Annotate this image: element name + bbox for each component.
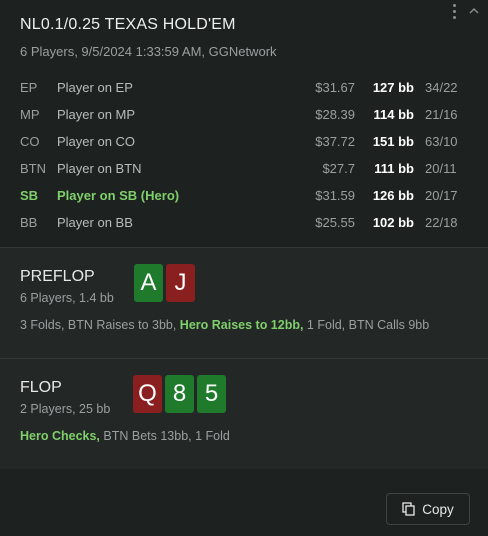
player-position: EP	[20, 80, 38, 95]
card: 5	[197, 375, 226, 413]
player-stack: $37.72	[315, 134, 355, 149]
player-name: Player on MP	[57, 107, 136, 122]
player-stats: 34/22	[425, 80, 458, 95]
action-text: 3 Folds, BTN Raises to 3bb,	[20, 318, 180, 332]
player-row: BB Player on BB $25.55 102 bb 22/18	[0, 209, 488, 236]
street-actions: Hero Checks, BTN Bets 13bb, 1 Fold	[20, 429, 230, 443]
hero-action: Hero Checks,	[20, 429, 100, 443]
player-stats: 20/11	[425, 161, 457, 176]
player-position: MP	[20, 107, 40, 122]
hand-title: NL0.1/0.25 TEXAS HOLD'EM	[20, 16, 236, 33]
hand-header: NL0.1/0.25 TEXAS HOLD'EM 6 Players, 9/5/…	[0, 0, 488, 247]
hole-cards: A J	[134, 264, 195, 302]
player-bb: 127 bb	[372, 80, 414, 95]
player-stats: 22/18	[425, 215, 458, 230]
copy-button[interactable]: Copy	[386, 493, 470, 525]
copy-icon	[402, 502, 415, 516]
street-summary: 6 Players, 1.4 bb	[20, 291, 114, 305]
player-stack: $31.67	[315, 80, 355, 95]
player-position: CO	[20, 134, 40, 149]
player-bb: 111 bb	[374, 161, 414, 176]
street-title: PREFLOP	[20, 268, 95, 285]
player-stack: $31.59	[315, 188, 355, 203]
card: 8	[165, 375, 194, 413]
player-row-hero: SB Player on SB (Hero) $31.59 126 bb 20/…	[0, 182, 488, 209]
player-position: SB	[20, 188, 39, 203]
player-stack: $27.7	[322, 161, 355, 176]
collapse-icon	[469, 8, 479, 14]
board-cards: Q 8 5	[133, 375, 226, 413]
player-name: Player on EP	[57, 80, 133, 95]
more-options-button[interactable]	[445, 2, 463, 20]
street-summary: 2 Players, 25 bb	[20, 402, 111, 416]
player-stack: $28.39	[315, 107, 355, 122]
card: A	[134, 264, 163, 302]
street-title: FLOP	[20, 379, 62, 396]
action-text: 1 Fold, BTN Calls 9bb	[303, 318, 430, 332]
card: Q	[133, 375, 162, 413]
player-stats: 21/16	[425, 107, 458, 122]
card: J	[166, 264, 195, 302]
player-bb: 126 bb	[372, 188, 414, 203]
player-row: CO Player on CO $37.72 151 bb 63/10	[0, 128, 488, 155]
street-actions: 3 Folds, BTN Raises to 3bb, Hero Raises …	[20, 318, 429, 332]
player-bb: 151 bb	[372, 134, 414, 149]
preflop-section: PREFLOP 6 Players, 1.4 bb A J 3 Folds, B…	[0, 247, 488, 358]
player-position: BTN	[20, 161, 46, 176]
player-row: MP Player on MP $28.39 114 bb 21/16	[0, 101, 488, 128]
footer: Copy	[0, 469, 488, 536]
player-name: Player on BTN	[57, 161, 142, 176]
player-bb: 102 bb	[372, 215, 414, 230]
player-bb: 114 bb	[373, 107, 414, 122]
player-name: Player on CO	[57, 134, 136, 149]
action-text: BTN Bets 13bb, 1 Fold	[99, 429, 230, 443]
collapse-button[interactable]	[465, 2, 483, 20]
more-vert-icon	[452, 2, 456, 20]
player-stats: 63/10	[425, 134, 458, 149]
flop-section: FLOP 2 Players, 25 bb Q 8 5 Hero Checks,…	[0, 358, 488, 469]
hand-subtitle: 6 Players, 9/5/2024 1:33:59 AM, GGNetwor…	[20, 44, 277, 59]
player-row: EP Player on EP $31.67 127 bb 34/22	[0, 74, 488, 101]
player-stats: 20/17	[425, 188, 458, 203]
copy-label: Copy	[422, 501, 454, 517]
player-row: BTN Player on BTN $27.7 111 bb 20/11	[0, 155, 488, 182]
player-stack: $25.55	[315, 215, 355, 230]
player-name: Player on SB (Hero)	[57, 188, 180, 203]
player-name: Player on BB	[57, 215, 133, 230]
player-position: BB	[20, 215, 38, 230]
hero-action: Hero Raises to 12bb,	[179, 318, 304, 332]
